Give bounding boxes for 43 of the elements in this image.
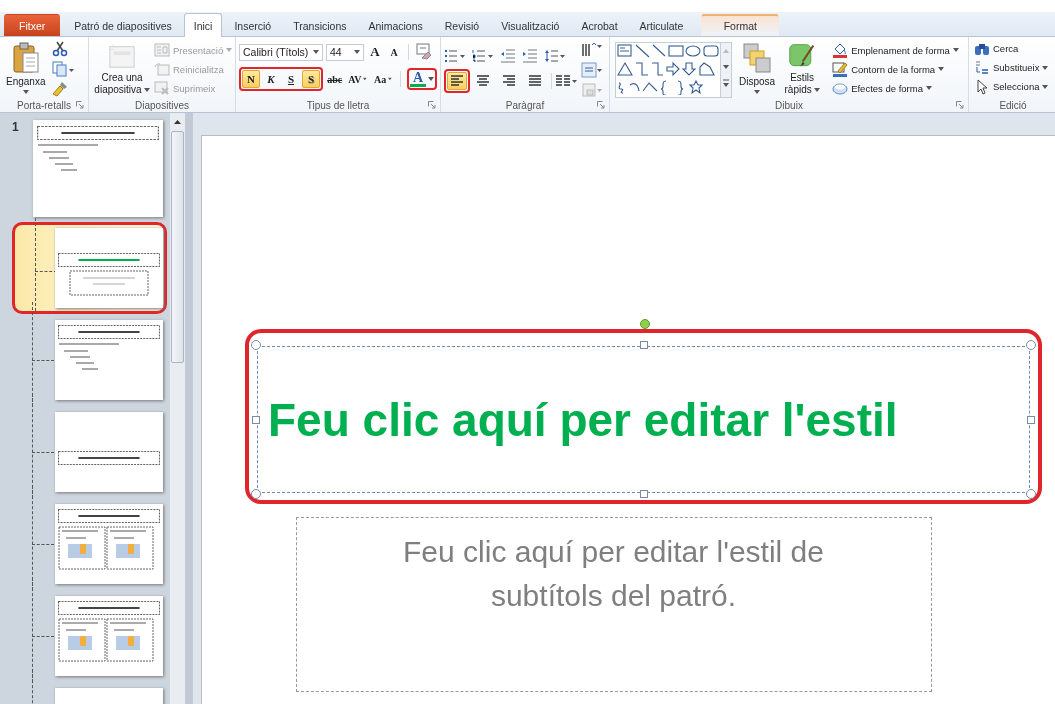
spacing-button[interactable]: AV [346,70,370,88]
arrange-button[interactable]: Disposa [736,40,779,98]
group-label: Porta-retalls [17,99,71,111]
grow-font-button[interactable]: A [367,43,383,61]
slide-subtitle: Feu clic aquí per editar l'estil de subtítols del patró. [402,534,825,614]
strike-button[interactable]: abc [326,70,344,88]
bold-button[interactable]: N [242,70,260,88]
group-label: Dibuix [775,99,803,111]
shadow-button[interactable]: S [302,70,320,88]
group-label: Diapositives [135,99,189,111]
group-label: Paràgraf [505,99,545,111]
ribbon-tab[interactable]: Patró de diapositives [64,14,182,36]
file-tab[interactable]: Fitxer [4,14,61,36]
group-label: Tipus de lletra [306,99,370,111]
quick-styles-button[interactable]: Estils ràpids [778,40,827,98]
shrink-font-button[interactable]: A [386,43,402,61]
paste-button[interactable]: Enganxa [3,40,49,98]
ribbon-tab[interactable]: Revisió [434,14,490,36]
ribbon-tab[interactable]: Format [701,14,780,36]
find-button[interactable]: Cerca [972,39,1054,58]
ribbon-tab[interactable]: Inserció [224,14,282,36]
ribbon-tab[interactable]: Inici [183,13,223,37]
ribbon-tab[interactable]: Acrobat [571,14,628,36]
group-label: Edició [999,99,1027,111]
ribbon-tab[interactable]: Transicions [283,14,357,36]
shape-fill-button[interactable]: Emplenament de forma [830,40,961,60]
italic-button[interactable]: K [262,70,280,88]
select-button[interactable]: Selecciona [972,77,1054,96]
slide-title: Feu clic aquí per editar l'estil [268,392,898,447]
slide-number: 1 [12,120,20,134]
replace-button[interactable]: Substitueix [972,58,1054,77]
ribbon-tab[interactable]: Visualització [491,14,570,36]
ribbon-tab[interactable]: Articulate [629,14,694,36]
font-color-button[interactable]: A [409,71,426,87]
font-size-field[interactable]: 44 [326,43,364,61]
new-slide-button[interactable]: Crea una diapositiva [92,40,152,98]
case-button[interactable]: Aa [372,70,394,88]
underline-button[interactable]: S [282,70,300,88]
shape-outline-button[interactable]: Contorn de la forma [830,59,961,79]
subtitle-placeholder[interactable]: Feu clic aquí per editar l'estil de subtítols del patró. [295,517,932,692]
font-name-field[interactable]: Calibri (Títols) [239,43,323,61]
ribbon-tab[interactable]: Animacions [358,14,433,36]
shape-effects-button[interactable]: Efectes de forma [830,78,961,98]
